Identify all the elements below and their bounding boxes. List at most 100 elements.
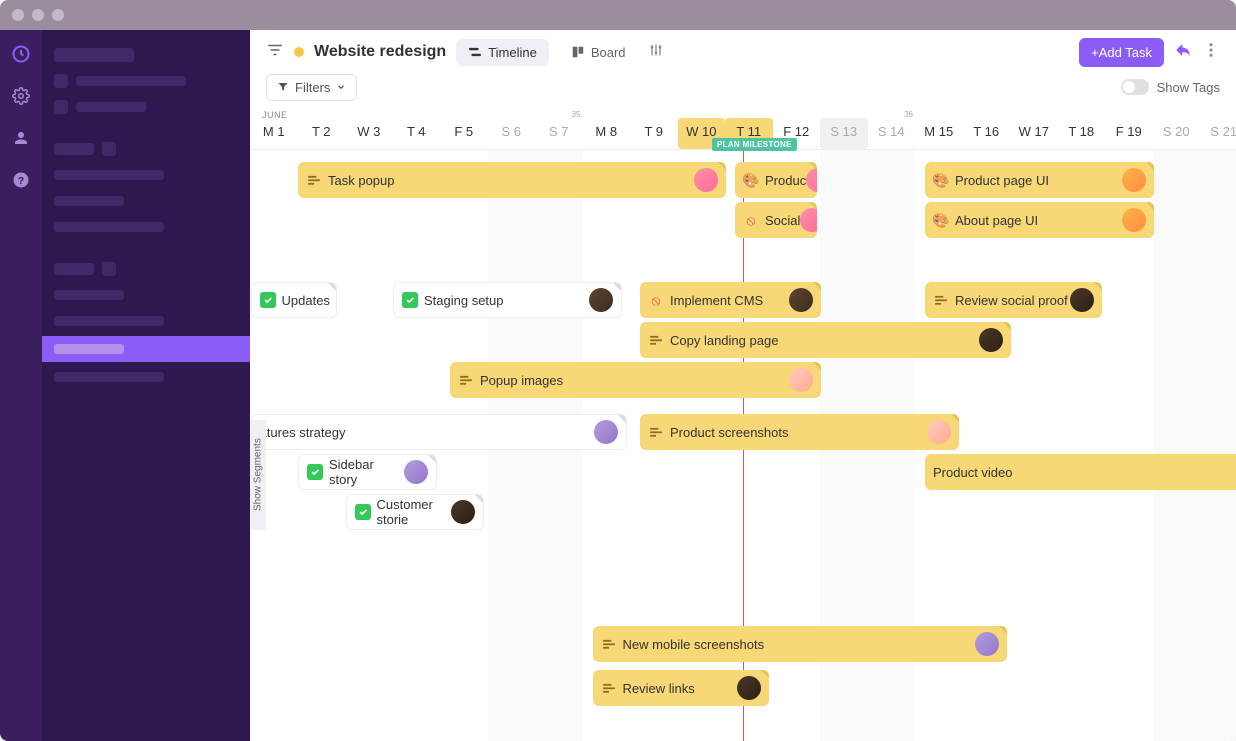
day-cell[interactable]: S 20 (1153, 118, 1201, 149)
sidebar-item[interactable] (54, 164, 238, 186)
sidebar-item[interactable] (54, 138, 238, 160)
task-card[interactable]: Sidebar story (298, 454, 437, 490)
task-card[interactable]: Popup images (450, 362, 821, 398)
task-card[interactable]: New mobile screenshots (593, 626, 1007, 662)
day-cell[interactable]: T 4 (393, 118, 441, 149)
day-cell[interactable]: F 19 (1105, 118, 1153, 149)
tab-label: Board (591, 45, 626, 60)
show-tags-toggle[interactable]: Show Tags (1121, 79, 1220, 95)
avatar (694, 168, 718, 192)
task-label: Social (765, 213, 800, 228)
task-card[interactable]: Review social proof (925, 282, 1102, 318)
task-label: Product screenshots (670, 425, 789, 440)
task-label: Product video (933, 465, 1013, 480)
logo-icon[interactable] (11, 44, 31, 64)
avatar (589, 288, 613, 312)
more-icon[interactable] (1202, 41, 1220, 64)
close-icon[interactable] (12, 9, 24, 21)
task-card[interactable]: Review links (593, 670, 770, 706)
toggle-icon (1121, 79, 1149, 95)
bars-icon (458, 372, 474, 388)
corner-icon (618, 415, 626, 423)
sidebar-item-selected[interactable] (42, 336, 250, 362)
block-icon: ⦸ (743, 212, 759, 228)
check-icon (260, 292, 276, 308)
sidebar-item[interactable] (54, 366, 238, 388)
task-label: Task popup (328, 173, 395, 188)
day-cell[interactable]: T 16 (963, 118, 1011, 149)
sidebar-item[interactable] (54, 96, 238, 118)
corner-icon (951, 414, 959, 422)
settings-icon[interactable] (11, 86, 31, 106)
task-label: Customer storie (377, 497, 452, 527)
day-cell[interactable]: S 6 (488, 118, 536, 149)
day-cell[interactable]: M 15 (915, 118, 963, 149)
filters-button[interactable]: Filters (266, 74, 357, 101)
day-cell[interactable]: S 735 (535, 118, 583, 149)
adjust-icon[interactable] (648, 42, 664, 63)
task-card[interactable]: Customer storie (346, 494, 485, 530)
day-cell[interactable]: F 5 (440, 118, 488, 149)
task-label: Implement CMS (670, 293, 763, 308)
filters-label: Filters (295, 80, 330, 95)
corner-icon (813, 282, 821, 290)
sidebar-item[interactable] (54, 190, 238, 212)
design-icon: 🎨 (743, 172, 759, 188)
help-icon[interactable]: ? (11, 170, 31, 190)
day-cell[interactable]: S 1436 (868, 118, 916, 149)
day-cell[interactable]: W 17 (1010, 118, 1058, 149)
task-card[interactable]: Task popup (298, 162, 726, 198)
task-card[interactable]: ⦸ Social (735, 202, 817, 238)
day-cell[interactable]: S 13 (820, 118, 868, 149)
task-card[interactable]: Updates (251, 282, 337, 318)
day-cell[interactable]: T 18 (1058, 118, 1106, 149)
avatar (594, 420, 618, 444)
task-label: Produc (765, 173, 806, 188)
check-icon (355, 504, 371, 520)
task-card[interactable]: 🎨Product page UI (925, 162, 1154, 198)
show-segments-button[interactable]: Show Segments (250, 420, 266, 530)
corner-icon (1146, 162, 1154, 170)
sidebar-item[interactable] (54, 216, 238, 238)
sidebar-item[interactable] (54, 284, 238, 306)
sidebar-item[interactable] (54, 258, 238, 280)
bars-icon (306, 172, 322, 188)
day-cell[interactable]: T 2 (298, 118, 346, 149)
check-icon (307, 464, 323, 480)
day-cell[interactable]: T 9 (630, 118, 678, 149)
task-card[interactable]: atures strategy (251, 414, 627, 450)
maximize-icon[interactable] (52, 9, 64, 21)
avatar (451, 500, 475, 524)
share-icon[interactable] (1174, 41, 1192, 64)
corner-icon (718, 162, 726, 170)
day-cell[interactable]: M 8 (583, 118, 631, 149)
day-cell[interactable]: S 21 (1200, 118, 1236, 149)
menu-icon[interactable] (266, 41, 284, 64)
tab-board[interactable]: Board (559, 39, 638, 66)
task-card[interactable]: Product screenshots (640, 414, 959, 450)
sidebar-item[interactable] (54, 44, 238, 66)
corner-icon (809, 162, 817, 170)
day-cell[interactable]: W 3 (345, 118, 393, 149)
minimize-icon[interactable] (32, 9, 44, 21)
task-card[interactable]: ⦸Implement CMS (640, 282, 821, 318)
sidebar-item[interactable] (54, 310, 238, 332)
task-card[interactable]: Staging setup (393, 282, 622, 318)
avatar (927, 420, 951, 444)
tab-timeline[interactable]: Timeline (456, 39, 549, 66)
task-card[interactable]: Copy landing page (640, 322, 1011, 358)
avatar (1122, 168, 1146, 192)
avatar (1122, 208, 1146, 232)
task-card[interactable]: 🎨 Produc (735, 162, 817, 198)
day-cell[interactable]: M 1 (250, 118, 298, 149)
avatar (1070, 288, 1094, 312)
project-sidebar (42, 30, 250, 741)
sidebar-item[interactable] (54, 70, 238, 92)
task-card[interactable]: 🎨About page UI (925, 202, 1154, 238)
people-icon[interactable] (11, 128, 31, 148)
timeline: JUNE M 1T 2W 3T 4F 5S 6S 735M 8T 9W 10T … (250, 108, 1236, 741)
bars-icon (601, 636, 617, 652)
task-card[interactable]: Product video (925, 454, 1236, 490)
app-sidebar: ? (0, 30, 42, 741)
add-task-button[interactable]: +Add Task (1079, 38, 1164, 67)
